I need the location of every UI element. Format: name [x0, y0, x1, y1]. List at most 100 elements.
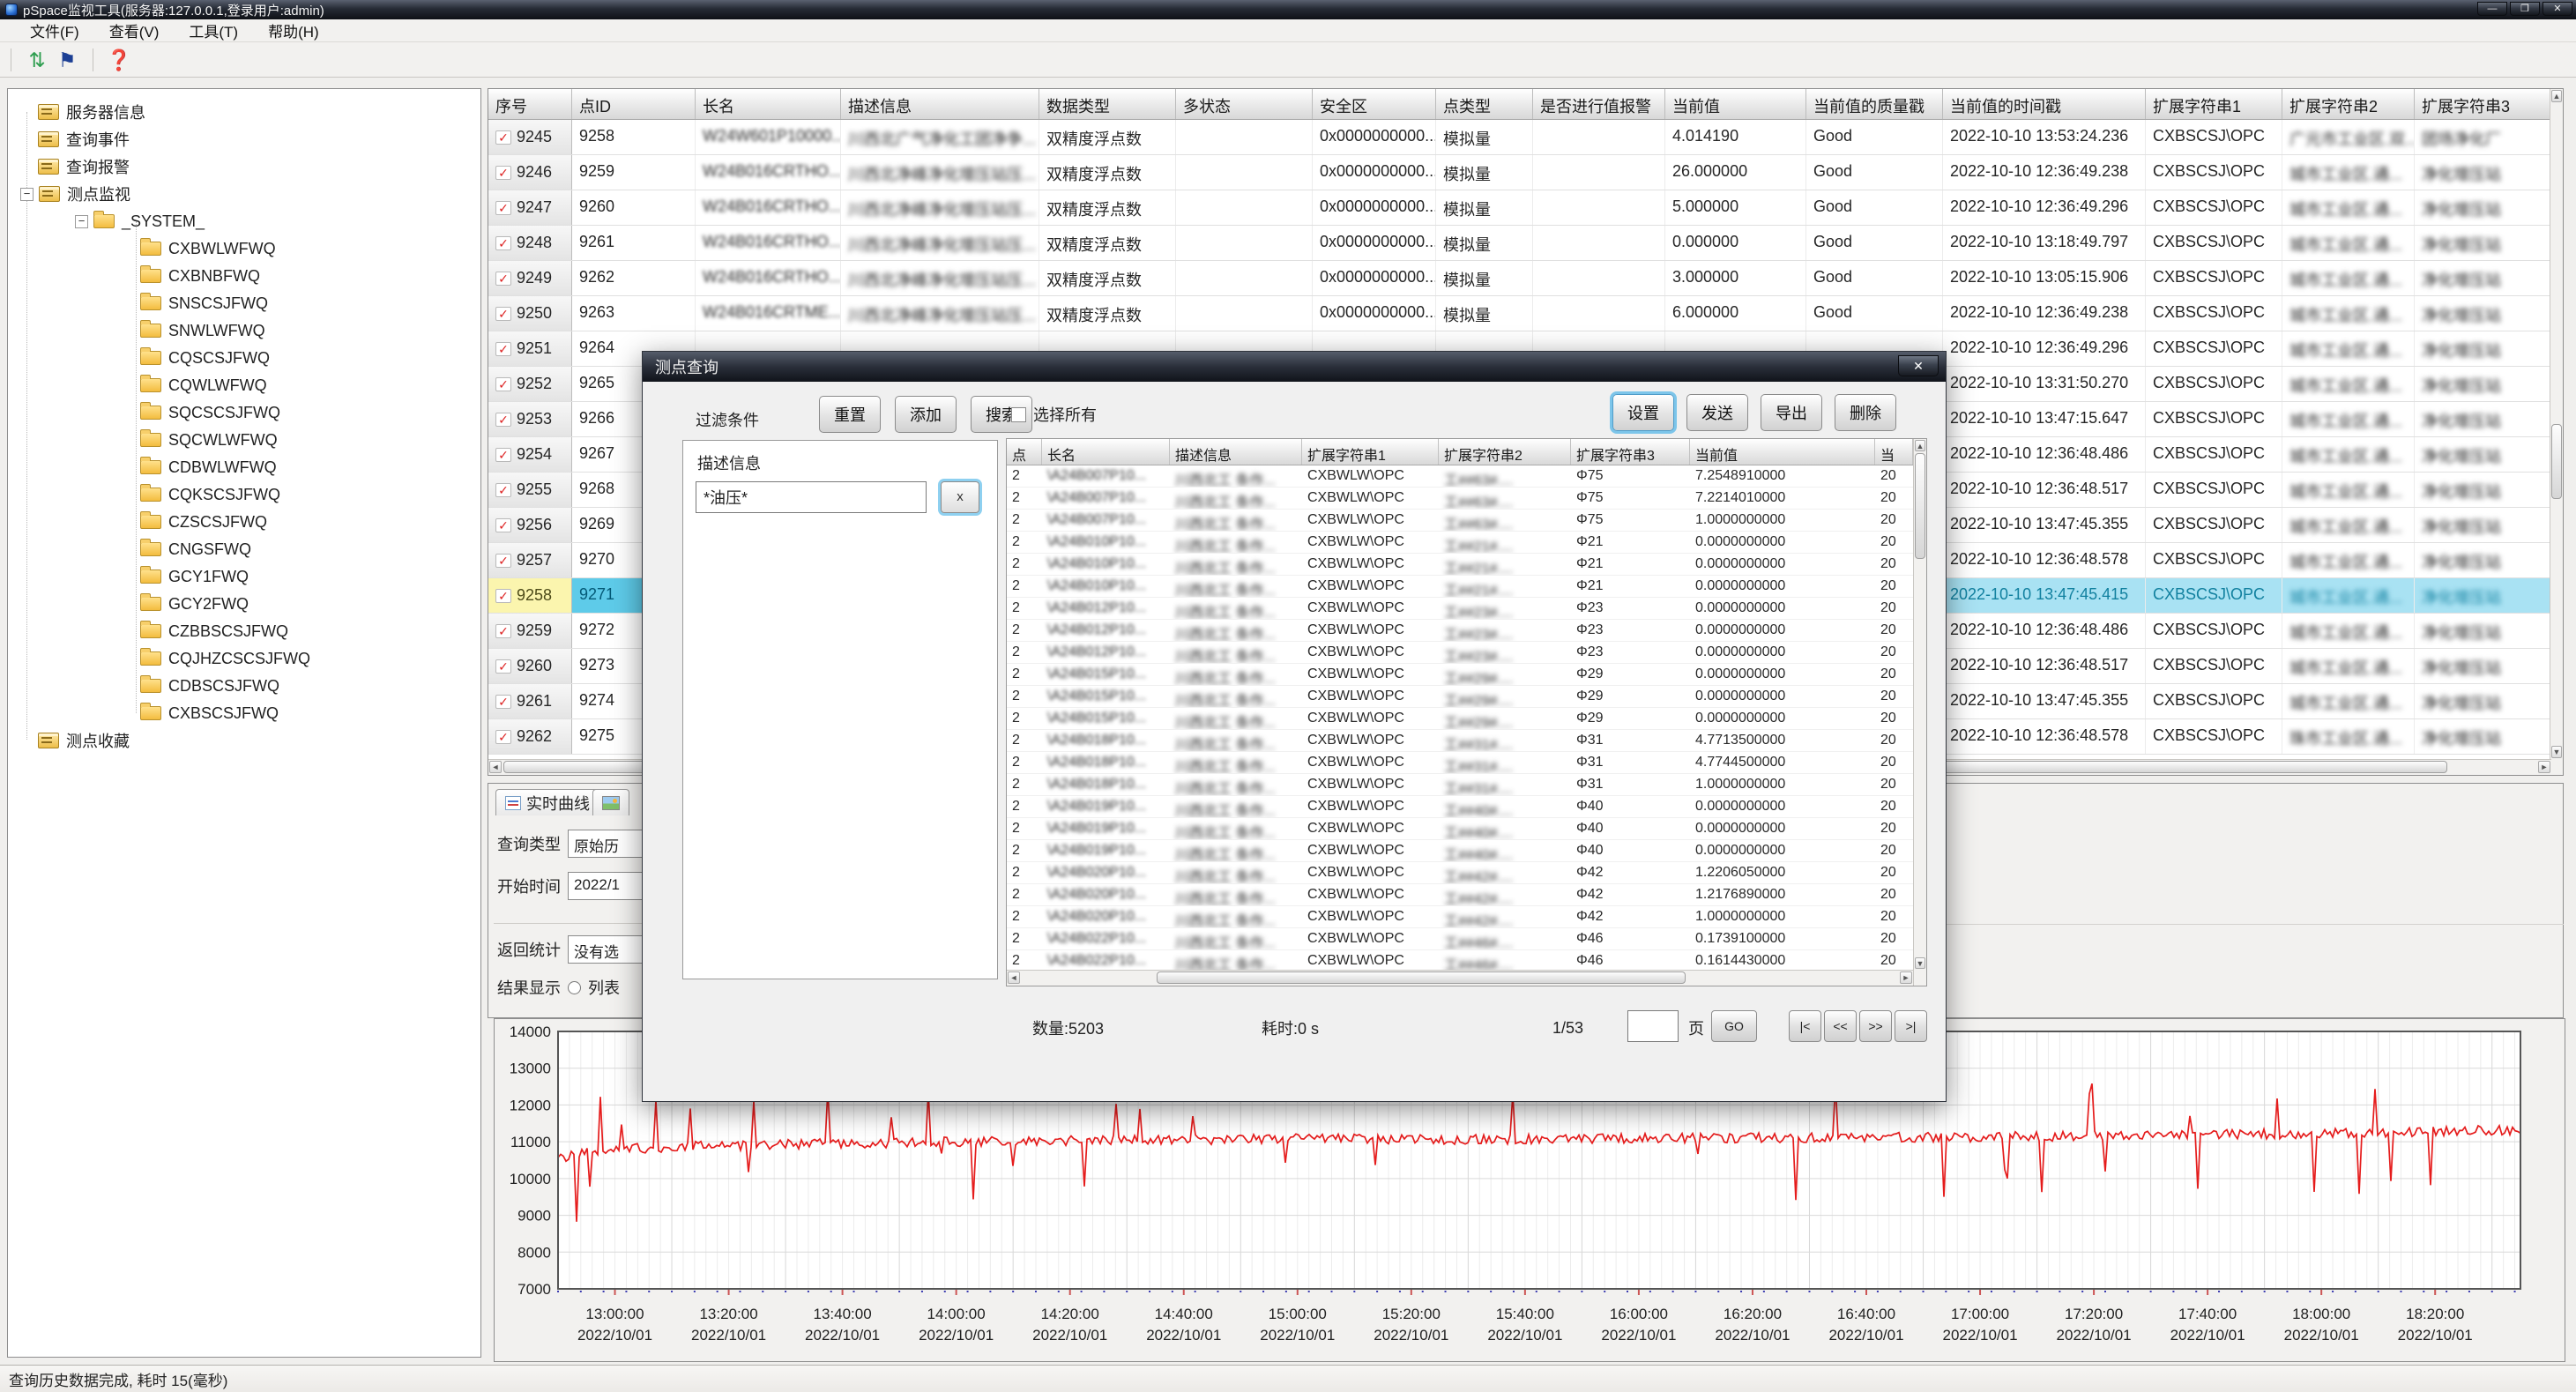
go-button[interactable]: GO	[1711, 1010, 1757, 1042]
scroll-right-icon[interactable]: ►	[1900, 971, 1912, 984]
sync-icon[interactable]: ⇅	[22, 47, 52, 73]
list-column-header-6[interactable]: 当前值	[1690, 439, 1875, 465]
menu-item-帮[interactable]: 帮助(H)	[256, 18, 331, 43]
checkbox-icon[interactable]: ✓	[495, 518, 511, 532]
menu-item-查[interactable]: 查看(V)	[97, 18, 172, 43]
tree-item-CDBWLWFWQ[interactable]: CDBWLWFWQ	[140, 455, 277, 480]
tree-item-CZSCSJFWQ[interactable]: CZSCSJFWQ	[140, 510, 267, 534]
checkbox-icon[interactable]: ✓	[495, 307, 511, 321]
column-header-1[interactable]: 点ID	[572, 89, 696, 119]
radio-list-option[interactable]	[568, 981, 581, 994]
column-header-14[interactable]: 扩展字符串3	[2415, 89, 2551, 119]
添加-button[interactable]: 添加	[895, 396, 957, 433]
list-item[interactable]: 2\A24B015P10...川西北工 条作...CXBWLW\OPC工##29…	[1007, 686, 1926, 708]
column-header-10[interactable]: 当前值的质量戳	[1806, 89, 1943, 119]
list-column-header-3[interactable]: 扩展字符串1	[1302, 439, 1439, 465]
tree-item-CXBWLWFWQ[interactable]: CXBWLWFWQ	[140, 236, 276, 261]
tree-item-CZBBSCSJFWQ[interactable]: CZBBSCSJFWQ	[140, 619, 288, 644]
tree-item-SNWLWFWQ[interactable]: SNWLWFWQ	[140, 318, 265, 343]
table-row[interactable]: ✓92499262W24B016CRTHO...川西北净峰净化增压站压...双精…	[488, 261, 2563, 296]
table-row[interactable]: ✓92509263W24B016CRTME...川西北净峰净化增压站压...双精…	[488, 296, 2563, 331]
clear-filter-button[interactable]: x	[941, 481, 979, 513]
重置-button[interactable]: 重置	[819, 396, 881, 433]
collapse-icon[interactable]: −	[75, 215, 88, 228]
checkbox-icon[interactable]: ✓	[495, 272, 511, 286]
column-header-13[interactable]: 扩展字符串2	[2282, 89, 2415, 119]
list-item[interactable]: 2\A24B010P10...川西北工 条作...CXBWLW\OPC工##21…	[1007, 554, 1926, 576]
list-item[interactable]: 2\A24B012P10...川西北工 条作...CXBWLW\OPC工##23…	[1007, 598, 1926, 620]
scroll-thumb[interactable]	[1915, 453, 1925, 559]
help-icon[interactable]: ❓	[104, 47, 134, 73]
dialog-close-button[interactable]: ✕	[1898, 355, 1939, 376]
tree-item-测点监视[interactable]: −测点监视	[20, 182, 130, 206]
menu-item-工[interactable]: 工具(T)	[176, 18, 250, 43]
tree-item-favorites[interactable]: 测点收藏	[38, 728, 130, 753]
list-item[interactable]: 2\A24B012P10...川西北工 条作...CXBWLW\OPC工##23…	[1007, 642, 1926, 664]
column-header-4[interactable]: 数据类型	[1039, 89, 1176, 119]
minimize-button[interactable]: —	[2477, 2, 2507, 16]
page-nav-button[interactable]: |<	[1789, 1010, 1821, 1042]
titlebar[interactable]: pSpace监视工具(服务器:127.0.0.1,登录用户:admin) — ❐…	[0, 0, 2576, 19]
page-nav-button[interactable]: >|	[1895, 1010, 1927, 1042]
scroll-down-icon[interactable]: ▼	[1915, 957, 1925, 969]
scroll-up-icon[interactable]: ▲	[1915, 440, 1925, 451]
scroll-left-icon[interactable]: ◄	[489, 761, 502, 773]
table-row[interactable]: ✓92489261W24B016CRTHO...川西北净峰净化增压站压...双精…	[488, 226, 2563, 261]
list-item[interactable]: 2\A24B019P10...川西北工 条作...CXBWLW\OPC工##40…	[1007, 840, 1926, 862]
scroll-thumb[interactable]	[2551, 424, 2562, 499]
list-column-header-7[interactable]: 当	[1875, 439, 1913, 465]
checkbox-icon[interactable]: ✓	[495, 695, 511, 709]
tree-item-SNSCSJFWQ[interactable]: SNSCSJFWQ	[140, 291, 268, 316]
tree-item-GCY1FWQ[interactable]: GCY1FWQ	[140, 564, 249, 589]
column-header-8[interactable]: 是否进行值报警	[1533, 89, 1665, 119]
table-vertical-scrollbar[interactable]: ▲ ▼	[2550, 89, 2563, 775]
tree-item-CQSCSJFWQ[interactable]: CQSCSJFWQ	[140, 346, 270, 370]
tree-item-CQJHZCSCSJFWQ[interactable]: CQJHZCSCSJFWQ	[140, 646, 310, 671]
checkbox-icon[interactable]: ✓	[495, 166, 511, 180]
list-column-header-1[interactable]: 长名	[1042, 439, 1170, 465]
column-header-9[interactable]: 当前值	[1665, 89, 1806, 119]
tree-item-查询事件[interactable]: 查询事件	[38, 127, 130, 152]
list-item[interactable]: 2\A24B010P10...川西北工 条作...CXBWLW\OPC工##21…	[1007, 576, 1926, 598]
checkbox-icon[interactable]: ✓	[495, 201, 511, 215]
checkbox-icon[interactable]: ✓	[495, 377, 511, 391]
list-item[interactable]: 2\A24B020P10...川西北工 条作...CXBWLW\OPC工##42…	[1007, 862, 1926, 884]
tree-item-CXBNBFWQ[interactable]: CXBNBFWQ	[140, 264, 260, 288]
tree-item-CXBSCSJFWQ[interactable]: CXBSCSJFWQ	[140, 701, 279, 726]
tree-item-SQCWLWFWQ[interactable]: SQCWLWFWQ	[140, 428, 278, 452]
checkbox-icon[interactable]: ✓	[495, 730, 511, 744]
close-button[interactable]: ✕	[2542, 2, 2572, 16]
checkbox-icon[interactable]: ✓	[495, 413, 511, 427]
page-number-input[interactable]	[1627, 1010, 1679, 1042]
page-nav-button[interactable]: <<	[1824, 1010, 1857, 1042]
checkbox-icon[interactable]: ✓	[495, 589, 511, 603]
tree-item-system[interactable]: −_SYSTEM_	[75, 209, 205, 234]
column-header-12[interactable]: 扩展字符串1	[2146, 89, 2282, 119]
list-column-header-0[interactable]: 点	[1007, 439, 1042, 465]
list-item[interactable]: 2\A24B019P10...川西北工 条作...CXBWLW\OPC工##40…	[1007, 796, 1926, 818]
table-row[interactable]: ✓92479260W24B016CRTHO...川西北净峰净化增压站压...双精…	[488, 190, 2563, 226]
tree-item-服务器信息[interactable]: 服务器信息	[38, 100, 145, 124]
description-filter-input[interactable]	[696, 481, 927, 513]
table-row[interactable]: ✓92469259W24B016CRTHO...川西北净峰净化增压站压...双精…	[488, 155, 2563, 190]
设置-button[interactable]: 设置	[1612, 394, 1674, 431]
checkbox-icon[interactable]: ✓	[495, 130, 511, 145]
checkbox-icon[interactable]: ✓	[495, 342, 511, 356]
导出-button[interactable]: 导出	[1761, 394, 1822, 431]
table-row[interactable]: ✓92459258W24W601P10000...川西北广气净化工团净争...双…	[488, 120, 2563, 155]
删除-button[interactable]: 删除	[1835, 394, 1896, 431]
tab-image[interactable]	[592, 789, 629, 815]
column-header-3[interactable]: 描述信息	[841, 89, 1039, 119]
list-column-header-5[interactable]: 扩展字符串3	[1571, 439, 1690, 465]
list-horizontal-scrollbar[interactable]: ◄ ►	[1007, 970, 1913, 986]
list-item[interactable]: 2\A24B018P10...川西北工 条作...CXBWLW\OPC工##31…	[1007, 774, 1926, 796]
list-item[interactable]: 2\A24B022P10...川西北工 条作...CXBWLW\OPC工##46…	[1007, 928, 1926, 950]
list-item[interactable]: 2\A24B015P10...川西北工 条作...CXBWLW\OPC工##29…	[1007, 664, 1926, 686]
list-item[interactable]: 2\A24B015P10...川西北工 条作...CXBWLW\OPC工##29…	[1007, 708, 1926, 730]
tree-item-查询报警[interactable]: 查询报警	[38, 154, 130, 179]
tab-realtime-curve[interactable]: 实时曲线	[495, 789, 599, 815]
list-item[interactable]: 2\A24B020P10...川西北工 条作...CXBWLW\OPC工##42…	[1007, 906, 1926, 928]
scroll-left-icon[interactable]: ◄	[1008, 971, 1020, 984]
monitor-icon[interactable]: ⚑	[52, 47, 82, 73]
scroll-up-icon[interactable]: ▲	[2551, 90, 2562, 102]
